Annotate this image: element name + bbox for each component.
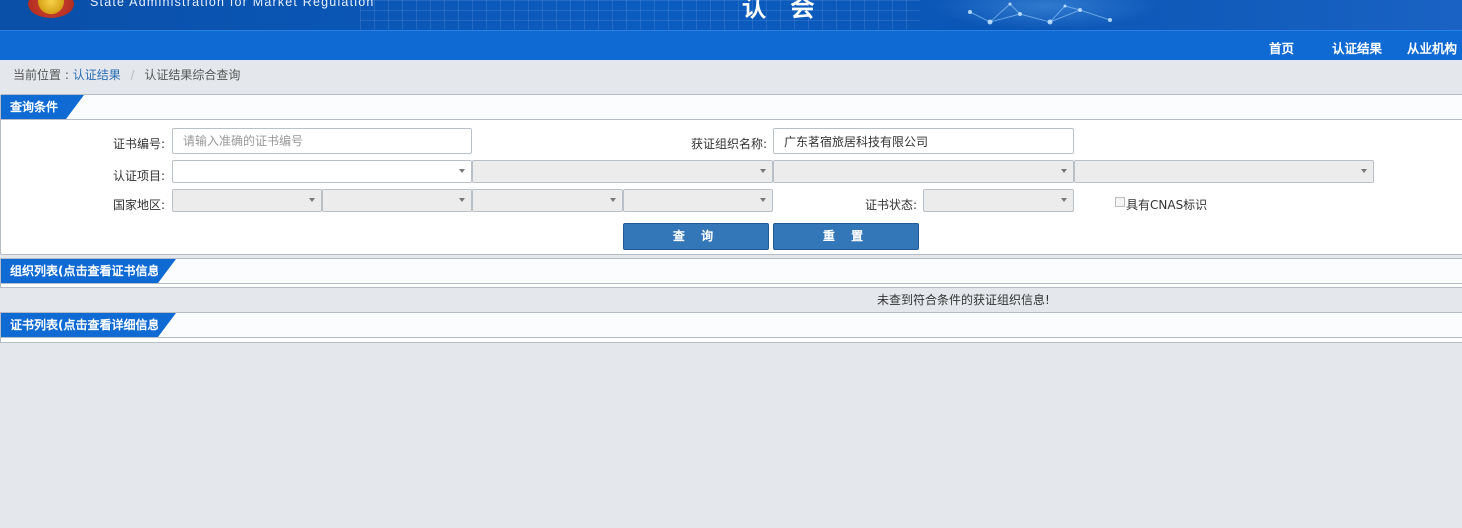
reset-button[interactable]: 重 置: [773, 223, 919, 250]
breadcrumb-link-cert-results[interactable]: 认证结果: [73, 68, 121, 82]
region-select-4[interactable]: [623, 189, 773, 212]
cert-no-input[interactable]: [172, 128, 472, 154]
query-panel-header: 查询条件: [1, 95, 1462, 120]
breadcrumb-prefix: 当前位置 :: [13, 68, 69, 82]
cert-status-select[interactable]: [923, 189, 1074, 212]
query-panel-title: 查询条件: [1, 95, 84, 119]
region-select-2[interactable]: [322, 189, 472, 212]
cert-project-label: 认证项目:: [113, 169, 166, 183]
chevron-down-icon: [1061, 198, 1067, 202]
network-graphic-icon: [930, 0, 1160, 30]
cert-project-select-3[interactable]: [773, 160, 1074, 183]
breadcrumb-current: 认证结果综合查询: [144, 68, 241, 82]
chevron-down-icon: [459, 198, 465, 202]
cert-status-label: 证书状态:: [865, 198, 918, 212]
query-panel: 查询条件 证书编号: 获证组织名称: 认证项目: 国家地区: 证书状态: 具有C…: [0, 94, 1462, 255]
national-emblem-icon: [28, 0, 74, 18]
cert-project-select-2[interactable]: [472, 160, 773, 183]
nav-item-agencies[interactable]: 从业机构: [1407, 38, 1457, 57]
banner-org-name-en: State Administration for Market Regulati…: [90, 0, 375, 9]
org-list-panel-header: 组织列表(点击查看证书信息): [1, 259, 1462, 284]
chevron-down-icon: [1361, 169, 1367, 173]
org-name-input[interactable]: [773, 128, 1074, 154]
main-nav: 首页 认证结果 从业机构: [0, 30, 1462, 60]
site-banner: State Administration for Market Regulati…: [0, 0, 1462, 30]
cert-list-panel-header: 证书列表(点击查看详细信息): [1, 313, 1462, 338]
cert-project-select-1[interactable]: [172, 160, 472, 183]
banner-title-fragment: 认 会: [742, 0, 823, 22]
cert-no-label: 证书编号:: [113, 137, 166, 151]
chevron-down-icon: [610, 198, 616, 202]
breadcrumb-separator: /: [130, 68, 135, 82]
search-button[interactable]: 查 询: [623, 223, 769, 250]
nav-item-home[interactable]: 首页: [1269, 38, 1294, 57]
cert-list-panel-title: 证书列表(点击查看详细信息): [1, 313, 176, 337]
cnas-label: 具有CNAS标识: [1126, 198, 1208, 212]
org-list-panel-title: 组织列表(点击查看证书信息): [1, 259, 176, 283]
nav-item-cert-results[interactable]: 认证结果: [1332, 38, 1382, 57]
org-list-empty-message: 未查到符合条件的获证组织信息!: [877, 293, 1050, 307]
org-name-label: 获证组织名称:: [691, 137, 768, 151]
org-list-panel: 组织列表(点击查看证书信息): [0, 258, 1462, 288]
chevron-down-icon: [459, 169, 465, 173]
chevron-down-icon: [1061, 169, 1067, 173]
chevron-down-icon: [309, 198, 315, 202]
region-select-3[interactable]: [472, 189, 623, 212]
cert-project-select-4[interactable]: [1074, 160, 1374, 183]
cert-list-panel: 证书列表(点击查看详细信息): [0, 312, 1462, 343]
chevron-down-icon: [760, 169, 766, 173]
banner-grid-pattern: [360, 0, 920, 30]
cnas-checkbox[interactable]: [1115, 197, 1125, 207]
chevron-down-icon: [760, 198, 766, 202]
region-select-1[interactable]: [172, 189, 322, 212]
breadcrumb: 当前位置 : 认证结果 / 认证结果综合查询: [13, 66, 240, 83]
region-label: 国家地区:: [113, 198, 166, 212]
